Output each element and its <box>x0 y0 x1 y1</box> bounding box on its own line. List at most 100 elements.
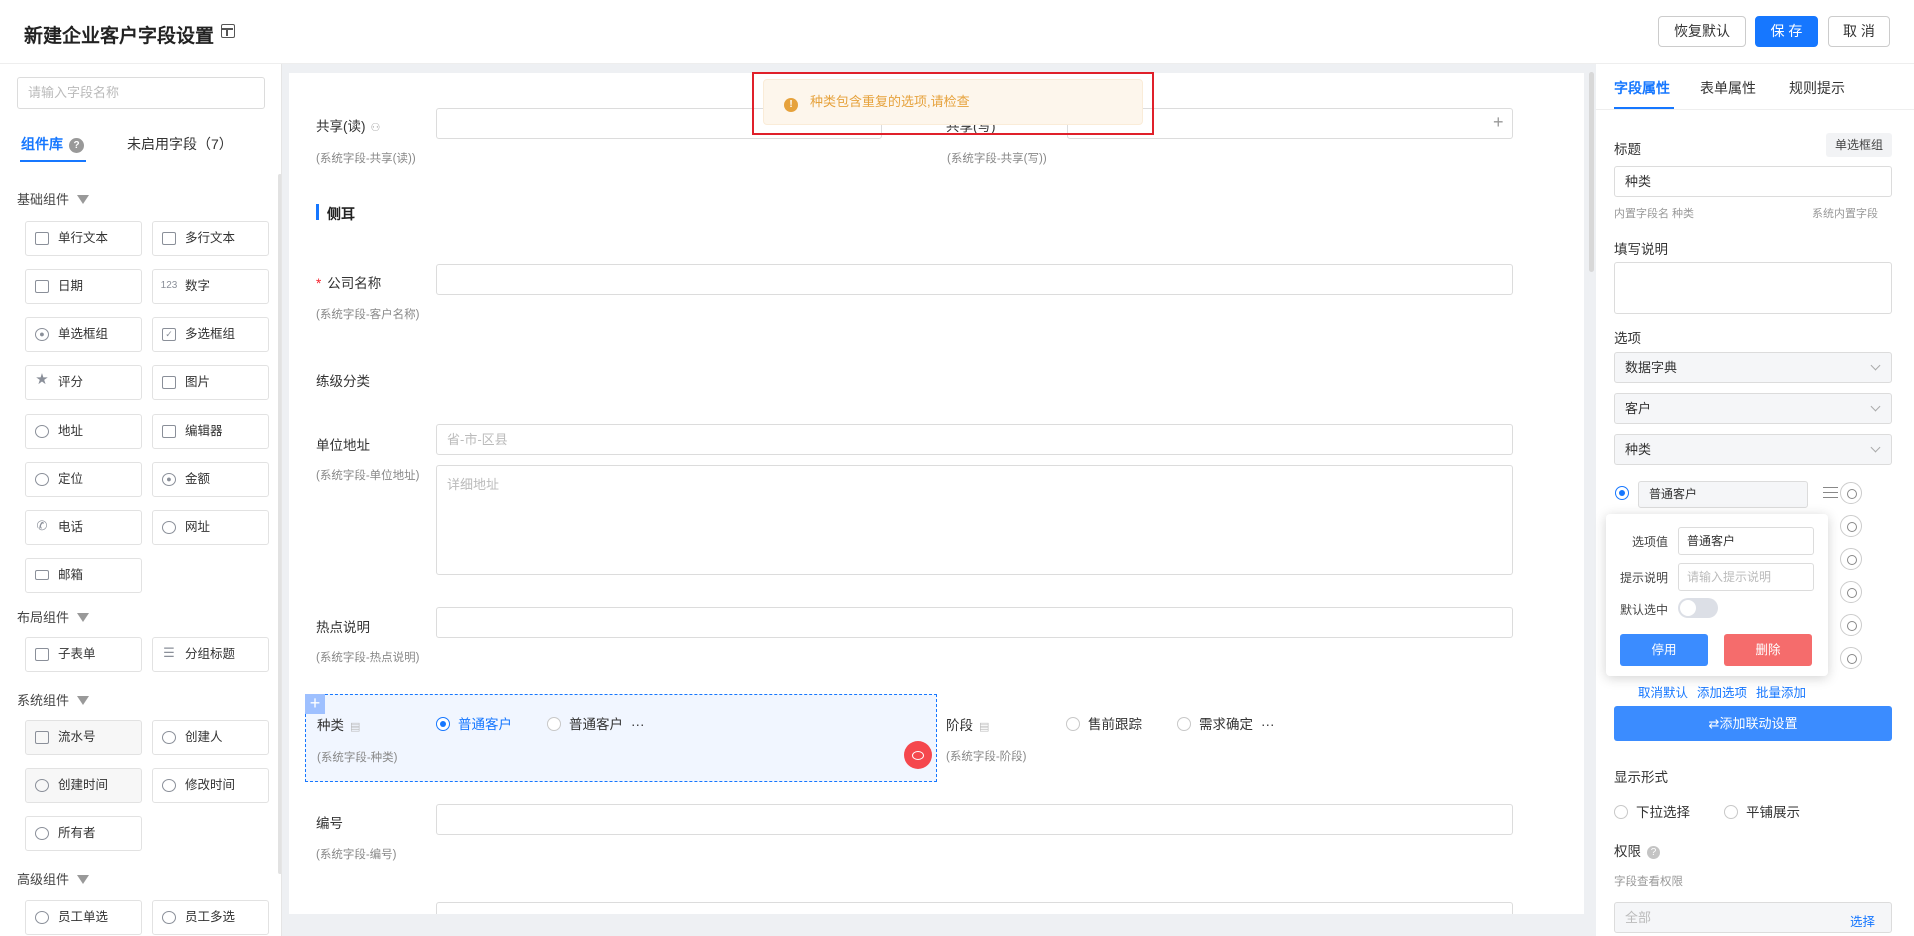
stage-option-1[interactable]: 售前跟踪 <box>1066 713 1142 733</box>
component-amount[interactable]: ● 金额 <box>152 462 269 497</box>
component-label: 创建时间 <box>58 778 109 792</box>
selected-field-kind[interactable] <box>305 694 937 782</box>
view-permission-label: 字段查看权限 <box>1614 876 1683 888</box>
group-system-title[interactable]: 系统组件 <box>17 690 90 709</box>
display-tile-radio[interactable]: 平铺展示 <box>1724 801 1800 821</box>
group-basic-title[interactable]: 基础组件 <box>17 189 90 208</box>
component-label: 编辑器 <box>185 424 223 438</box>
component-position[interactable]: 定位 <box>25 462 142 497</box>
component-employee-multi[interactable]: 员工多选 <box>152 900 269 935</box>
hotspot-input[interactable] <box>436 607 1513 638</box>
component-email[interactable]: 邮箱 <box>25 558 142 593</box>
canvas-scrollbar[interactable] <box>1589 72 1594 272</box>
level-label: 练级分类 <box>316 374 370 389</box>
text-input-icon <box>35 232 49 245</box>
delete-option-button[interactable]: 删除 <box>1724 634 1812 666</box>
component-number[interactable]: 123 数字 <box>152 269 269 304</box>
choose-permission-link[interactable]: 选择 <box>1850 911 1875 930</box>
add-icon[interactable]: + <box>1493 113 1504 131</box>
field-type-tag[interactable]: 单选框组 <box>1826 133 1892 157</box>
title-input[interactable]: 种类 <box>1614 166 1892 197</box>
add-linkage-button[interactable]: ⇄添加联动设置 <box>1614 706 1892 741</box>
component-single-text[interactable]: 单行文本 <box>25 221 142 256</box>
select-value: 客户 <box>1625 401 1652 416</box>
visibility-eye-icon[interactable] <box>904 741 932 769</box>
settings-gear-icon[interactable] <box>1840 614 1862 636</box>
component-modify-time[interactable]: 修改时间 <box>152 768 269 803</box>
hint-input[interactable]: 请输入提示说明 <box>1678 563 1814 591</box>
settings-gear-icon[interactable] <box>1840 515 1862 537</box>
component-rating[interactable]: ★ 评分 <box>25 365 142 400</box>
tab-form-properties[interactable]: 表单属性 <box>1700 78 1756 98</box>
disable-option-button[interactable]: 停用 <box>1620 634 1708 666</box>
description-textarea[interactable] <box>1614 262 1892 314</box>
address-detail-textarea[interactable]: 详细地址 <box>436 465 1513 575</box>
coin-icon: ● <box>162 473 176 486</box>
popover-option-value-input[interactable]: 普通客户 <box>1678 527 1814 555</box>
dictionary-item-select[interactable]: 种类 <box>1614 434 1892 465</box>
option-default-radio[interactable] <box>1615 486 1629 500</box>
cancel-button[interactable]: 取 消 <box>1828 16 1890 47</box>
group-advanced-title[interactable]: 高级组件 <box>17 869 90 888</box>
component-employee-single[interactable]: 员工单选 <box>25 900 142 935</box>
component-url[interactable]: 网址 <box>152 510 269 545</box>
kind-option-1[interactable]: 普通客户 <box>436 713 512 733</box>
tab-component-library[interactable]: 组件库? <box>21 134 84 154</box>
share-read-sub: (系统字段-共享(读)) <box>316 153 416 165</box>
default-selected-switch[interactable] <box>1678 598 1718 618</box>
option-source-select[interactable]: 数据字典 <box>1614 352 1892 383</box>
tab-rule-hints[interactable]: 规则提示 <box>1789 78 1845 98</box>
component-date[interactable]: 日期 <box>25 269 142 304</box>
property-panel: 字段属性 表单属性 规则提示 标题 单选框组 种类 内置字段名 种类 系统内置字… <box>1596 64 1914 936</box>
hotspot-label: 热点说明 <box>316 620 370 635</box>
help-icon[interactable]: ? <box>1647 846 1660 859</box>
kind-option-2[interactable]: 普通客户 ··· <box>547 713 645 733</box>
component-owner[interactable]: 所有者 <box>25 816 142 851</box>
help-icon[interactable]: ? <box>69 138 84 153</box>
settings-gear-icon[interactable] <box>1840 482 1862 504</box>
component-phone[interactable]: ✆ 电话 <box>25 510 142 545</box>
restore-default-button[interactable]: 恢复默认 <box>1658 16 1746 47</box>
dictionary-category-select[interactable]: 客户 <box>1614 393 1892 424</box>
tab-field-properties[interactable]: 字段属性 <box>1614 78 1670 98</box>
option-value-input[interactable]: 普通客户 <box>1638 481 1808 508</box>
region-select[interactable]: 省-市-区县 <box>436 424 1513 455</box>
add-option-link[interactable]: 添加选项 <box>1697 682 1747 701</box>
display-dropdown-radio[interactable]: 下拉选择 <box>1614 801 1690 821</box>
number-input[interactable] <box>436 804 1513 835</box>
field-search-input[interactable]: 请输入字段名称 <box>17 77 265 109</box>
component-address[interactable]: 地址 <box>25 414 142 449</box>
component-creator[interactable]: 创建人 <box>152 720 269 755</box>
lock-icon: ▤ <box>979 721 990 733</box>
component-checkbox-group[interactable]: ✓ 多选框组 <box>152 317 269 352</box>
component-serial-number[interactable]: 流水号 <box>25 720 142 755</box>
component-subform[interactable]: 子表单 <box>25 637 142 672</box>
collapse-triangle-icon <box>77 875 90 884</box>
number-icon: 123 <box>160 280 178 291</box>
tab-unused-fields[interactable]: 未启用字段（7） <box>127 134 233 154</box>
description-label: 填写说明 <box>1614 242 1668 257</box>
settings-gear-icon[interactable] <box>1840 647 1862 669</box>
layout-icon[interactable] <box>221 24 235 38</box>
settings-gear-icon[interactable] <box>1840 548 1862 570</box>
component-image[interactable]: 图片 <box>152 365 269 400</box>
drag-handle-icon[interactable] <box>1823 487 1838 498</box>
group-title-text: 高级组件 <box>17 872 70 887</box>
batch-add-link[interactable]: 批量添加 <box>1756 682 1806 701</box>
company-input[interactable] <box>436 264 1513 295</box>
component-create-time[interactable]: 创建时间 <box>25 768 142 803</box>
component-radio-group[interactable]: ● 单选框组 <box>25 317 142 352</box>
save-button[interactable]: 保 存 <box>1755 16 1818 47</box>
component-multi-text[interactable]: 多行文本 <box>152 221 269 256</box>
settings-gear-icon[interactable] <box>1840 581 1862 603</box>
label-text: 公司名称 <box>327 276 382 291</box>
component-group-title[interactable]: ☰ 分组标题 <box>152 637 269 672</box>
drag-add-icon[interactable]: + <box>305 694 325 714</box>
component-label: 流水号 <box>58 730 96 744</box>
component-label: 修改时间 <box>185 778 236 792</box>
left-scrollbar[interactable] <box>278 174 281 874</box>
stage-option-2[interactable]: 需求确定 ··· <box>1177 713 1275 733</box>
group-layout-title[interactable]: 布局组件 <box>17 607 90 626</box>
cancel-default-link[interactable]: 取消默认 <box>1638 682 1688 701</box>
component-editor[interactable]: 编辑器 <box>152 414 269 449</box>
